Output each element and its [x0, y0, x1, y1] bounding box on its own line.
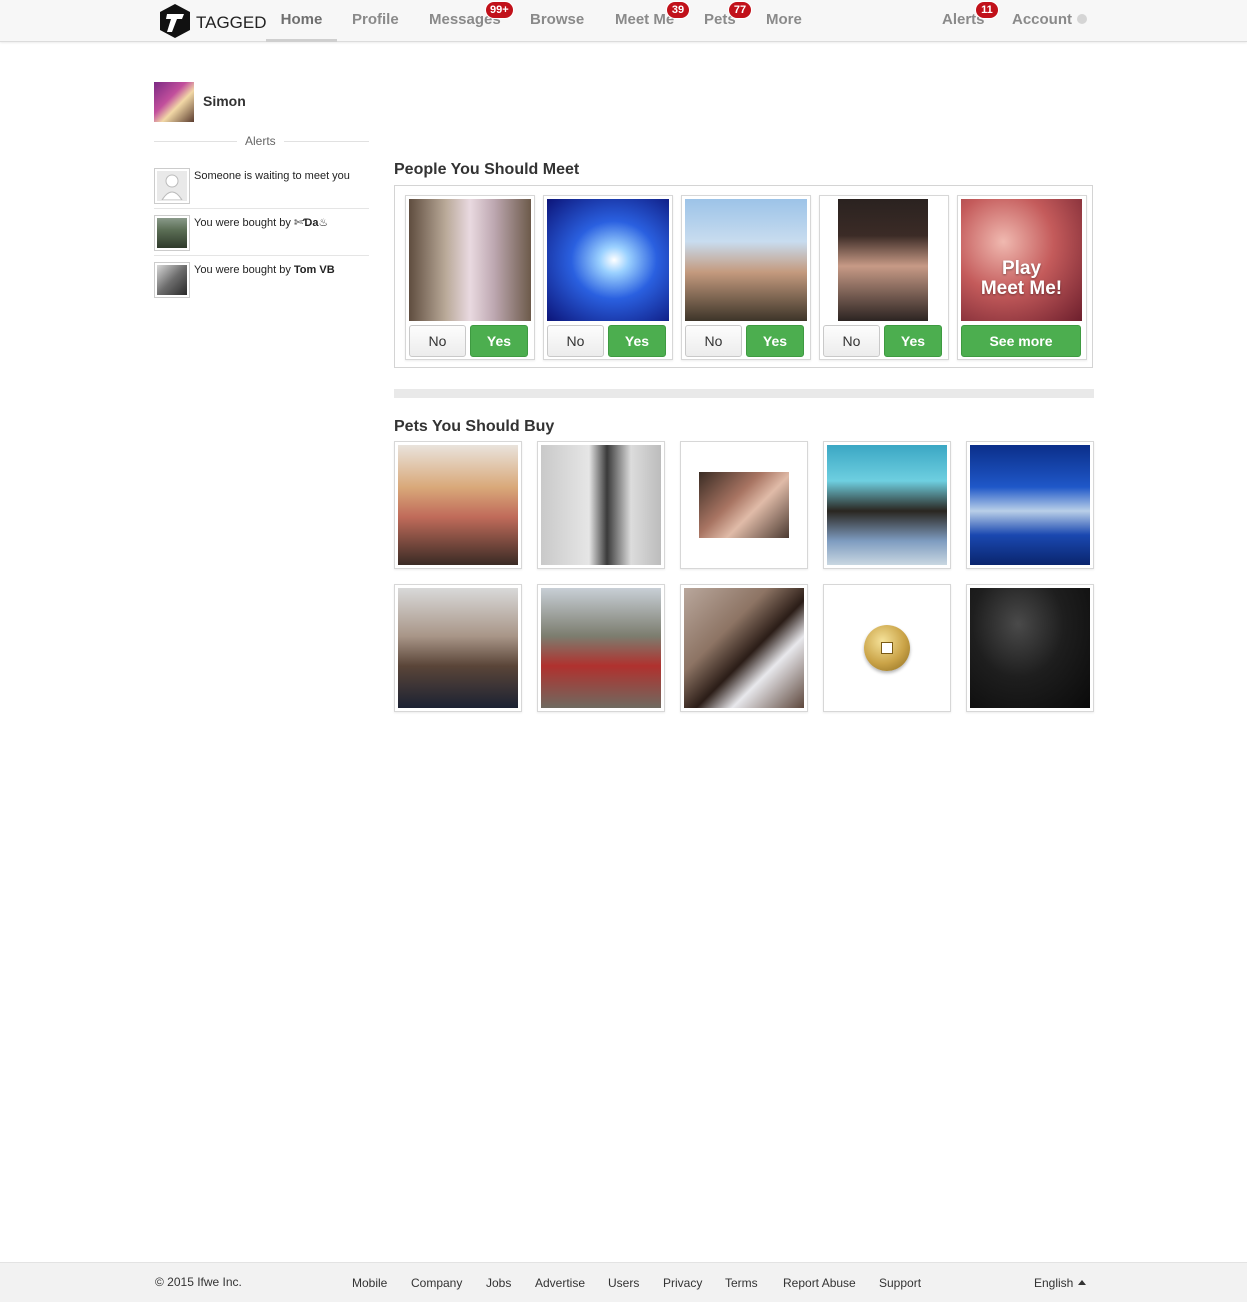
yes-button[interactable]: Yes	[884, 325, 942, 357]
meet-card: No Yes	[681, 195, 811, 360]
alert-text: Someone is waiting to meet you	[194, 170, 350, 182]
alert-item[interactable]: Someone is waiting to meet you	[154, 162, 369, 209]
meet-card: No Yes	[543, 195, 673, 360]
meetme-count-badge: 39	[667, 2, 689, 18]
meet-photo[interactable]	[409, 199, 531, 321]
people-you-should-meet-panel: No Yes No Yes No Yes No Yes Play Meet Me…	[394, 185, 1093, 368]
pet-card[interactable]	[823, 441, 951, 569]
pet-card[interactable]	[537, 441, 665, 569]
copyright: © 2015 Ifwe Inc.	[155, 1275, 242, 1289]
pet-card[interactable]	[394, 584, 522, 712]
silhouette-icon	[161, 174, 183, 200]
buyer-name[interactable]: Tom VB	[294, 264, 335, 276]
see-more-button[interactable]: See more	[961, 325, 1081, 357]
user-name[interactable]: Simon	[203, 93, 246, 109]
alerts-heading: Alerts	[154, 133, 369, 149]
no-button[interactable]: No	[547, 325, 604, 357]
pet-photo	[398, 445, 518, 565]
play-meet-me-tile[interactable]: Play Meet Me!	[961, 199, 1082, 321]
pet-card[interactable]	[966, 584, 1094, 712]
alert-avatar	[154, 168, 190, 204]
yes-button[interactable]: Yes	[746, 325, 804, 357]
messages-count-badge: 99+	[486, 2, 513, 18]
yes-button[interactable]: Yes	[608, 325, 666, 357]
alert-avatar	[154, 215, 190, 251]
divider-line-right	[284, 141, 369, 142]
divider-line-left	[154, 141, 237, 142]
yes-button[interactable]: Yes	[470, 325, 528, 357]
meet-photo[interactable]	[685, 199, 807, 321]
alert-avatar	[154, 262, 190, 298]
footer-link-terms[interactable]: Terms	[725, 1276, 758, 1290]
pet-card[interactable]	[966, 441, 1094, 569]
footer: © 2015 Ifwe Inc. Mobile Company Jobs Adv…	[0, 1262, 1247, 1302]
footer-link-users[interactable]: Users	[608, 1276, 639, 1290]
caret-up-icon	[1078, 1280, 1087, 1285]
nav-more[interactable]: More	[766, 0, 802, 42]
alert-item[interactable]: You were bought by ✄Ɗa♨	[154, 209, 369, 256]
footer-link-jobs[interactable]: Jobs	[486, 1276, 511, 1290]
pet-photo	[699, 472, 789, 538]
meet-photo[interactable]	[838, 199, 928, 321]
footer-link-advertise[interactable]: Advertise	[535, 1276, 585, 1290]
no-button[interactable]: No	[823, 325, 880, 357]
meet-photo[interactable]	[547, 199, 669, 321]
language-label: English	[1034, 1276, 1074, 1290]
pet-card[interactable]	[823, 584, 951, 712]
footer-link-report-abuse[interactable]: Report Abuse	[783, 1276, 856, 1290]
logo-text: TAGGED	[196, 13, 267, 32]
buyer-name[interactable]: ✄Ɗa♨	[294, 217, 328, 229]
gold-coin-icon	[864, 625, 910, 671]
pet-card[interactable]	[394, 441, 522, 569]
top-navigation-bar: TAGGED Home Profile Messages 99+ Browse …	[0, 0, 1247, 42]
pet-photo	[541, 588, 661, 708]
alerts-heading-label: Alerts	[245, 134, 276, 148]
user-avatar[interactable]	[154, 82, 194, 122]
nav-home[interactable]: Home	[266, 0, 337, 42]
pet-card[interactable]	[680, 584, 808, 712]
pet-photo	[398, 588, 518, 708]
coin-hole	[881, 642, 893, 654]
play-meet-me-card: Play Meet Me! See more	[957, 195, 1087, 360]
footer-link-privacy[interactable]: Privacy	[663, 1276, 702, 1290]
no-button[interactable]: No	[685, 325, 742, 357]
pets-you-should-buy-title: Pets You Should Buy	[394, 418, 555, 435]
pet-photo	[970, 445, 1090, 565]
footer-link-company[interactable]: Company	[411, 1276, 462, 1290]
meet-card: No Yes	[819, 195, 949, 360]
nav-account[interactable]: Account	[1012, 0, 1087, 42]
nav-meet-me[interactable]: Meet Me	[615, 0, 674, 42]
nav-profile[interactable]: Profile	[352, 0, 399, 42]
pet-card[interactable]	[680, 441, 808, 569]
pet-photo	[684, 588, 804, 708]
pet-photo	[970, 588, 1090, 708]
nav-browse[interactable]: Browse	[530, 0, 584, 42]
language-selector[interactable]: English	[1034, 1276, 1087, 1290]
pet-photo	[827, 445, 947, 565]
people-you-should-meet-title: People You Should Meet	[394, 161, 580, 178]
no-button[interactable]: No	[409, 325, 466, 357]
alerts-count-badge: 11	[976, 2, 998, 18]
alert-item[interactable]: You were bought by Tom VB	[154, 256, 369, 303]
footer-link-support[interactable]: Support	[879, 1276, 921, 1290]
section-separator	[394, 389, 1094, 398]
online-status-icon	[1077, 14, 1087, 24]
pet-photo	[541, 445, 661, 565]
pet-card[interactable]	[537, 584, 665, 712]
alert-text: You were bought by ✄Ɗa♨	[194, 217, 329, 229]
meet-card: No Yes	[405, 195, 535, 360]
alert-text: You were bought by Tom VB	[194, 264, 335, 276]
pets-count-badge: 77	[729, 2, 751, 18]
tagged-logo-icon	[160, 4, 190, 38]
account-label: Account	[1012, 11, 1072, 28]
tagged-logo[interactable]: TAGGED	[158, 2, 268, 40]
footer-link-mobile[interactable]: Mobile	[352, 1276, 387, 1290]
